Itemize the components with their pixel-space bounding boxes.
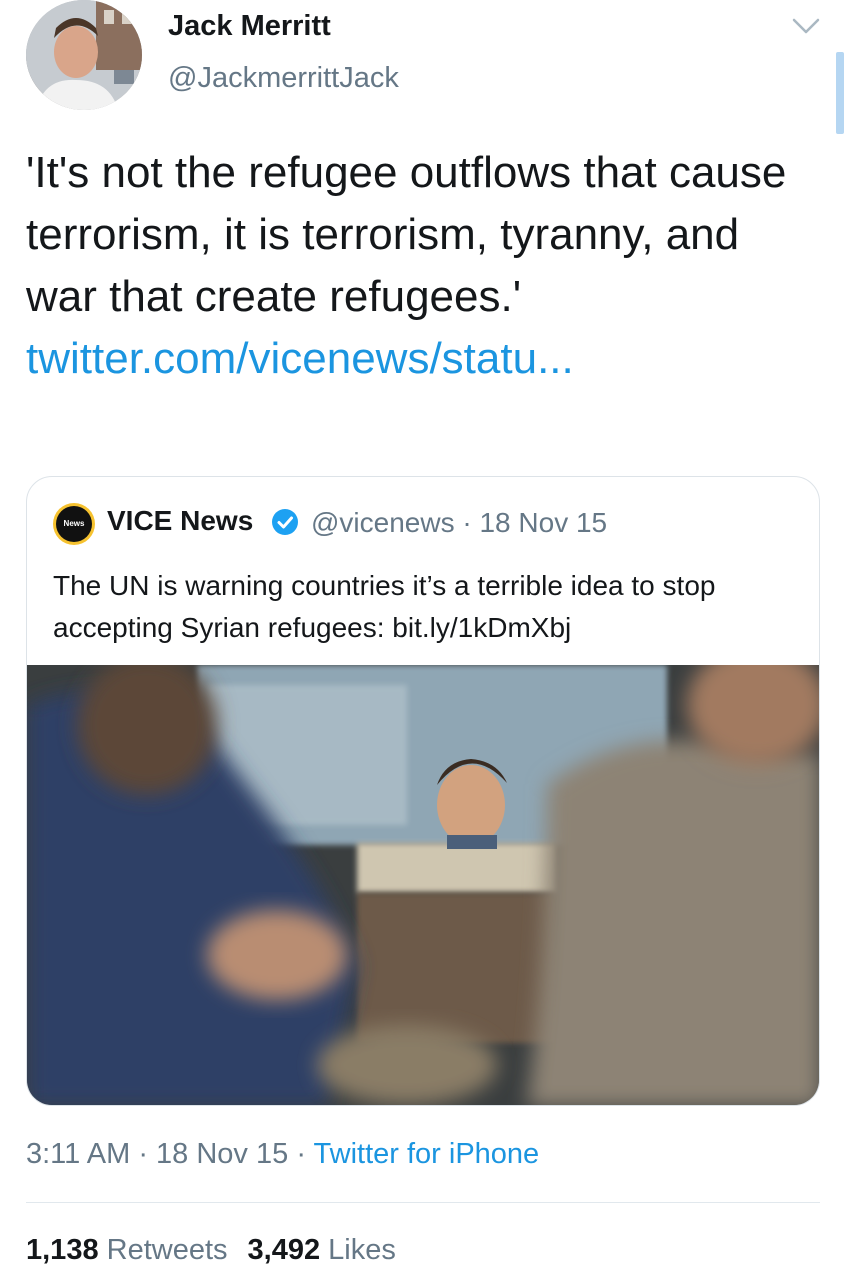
chevron-down-icon[interactable]	[790, 12, 822, 40]
quoted-photo[interactable]	[27, 665, 819, 1105]
retweets-label: Retweets	[106, 1234, 228, 1266]
vice-news-logo: News	[53, 503, 95, 545]
vice-news-logo-text: News	[56, 506, 92, 542]
retweets-link[interactable]: 1,138 Retweets	[26, 1234, 228, 1266]
quoted-separator: ·	[462, 507, 472, 538]
avatar-photo	[26, 0, 142, 110]
likes-count: 3,492	[247, 1234, 321, 1266]
author-handle[interactable]: @JackmerrittJack	[168, 62, 399, 95]
quoted-meta: @vicenews · 18 Nov 15	[311, 507, 607, 539]
quoted-tweet-card[interactable]: News VICE News @vicenews · 18 Nov 15 The…	[26, 476, 820, 1106]
scrollbar[interactable]	[836, 52, 844, 134]
quoted-date: 18 Nov 15	[479, 507, 608, 538]
timestamp-separator-1: ·	[138, 1138, 148, 1170]
tweet-date: 18 Nov 15	[156, 1138, 289, 1170]
likes-label: Likes	[328, 1234, 396, 1266]
tweet-stats: 1,138 Retweets 3,492 Likes	[26, 1234, 396, 1267]
quoted-author-name: VICE News	[107, 505, 254, 536]
quoted-handle: @vicenews	[311, 507, 455, 538]
timestamp-separator-2: ·	[296, 1138, 306, 1170]
tweet-link[interactable]: twitter.com/vicenews/statu...	[26, 334, 574, 383]
tweet-text: 'It's not the refugee outflows that caus…	[26, 142, 806, 390]
author-avatar[interactable]	[26, 0, 142, 110]
quoted-text: The UN is warning countries it’s a terri…	[53, 570, 716, 643]
tweet-time: 3:11 AM	[26, 1138, 131, 1170]
verified-badge-icon	[271, 508, 299, 536]
author-name[interactable]: Jack Merritt	[168, 10, 331, 43]
divider	[26, 1202, 820, 1203]
tweet-body: 'It's not the refugee outflows that caus…	[26, 148, 787, 321]
likes-link[interactable]: 3,492 Likes	[248, 1234, 396, 1266]
tweet-timestamp: 3:11 AM · 18 Nov 15 · Twitter for iPhone	[26, 1138, 539, 1171]
retweets-count: 1,138	[26, 1234, 99, 1266]
tweet-source[interactable]: Twitter for iPhone	[314, 1138, 540, 1170]
